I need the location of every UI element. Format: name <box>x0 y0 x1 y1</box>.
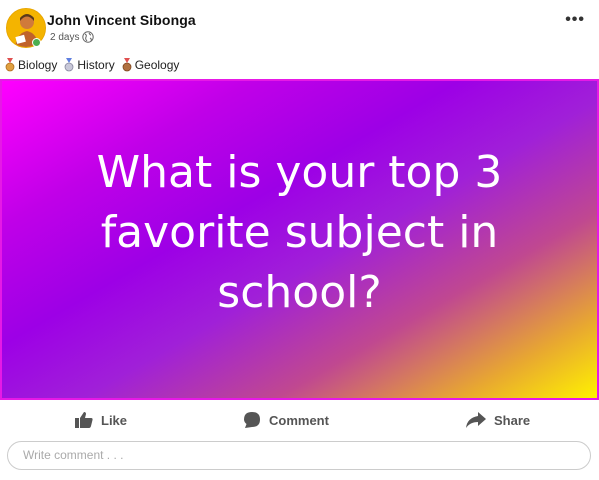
comment-bubble-icon <box>244 412 260 428</box>
comment-label: Comment <box>269 412 329 428</box>
share-button[interactable]: Share <box>466 404 530 436</box>
post-header: John Vincent Sibonga 2 days ••• <box>0 0 599 56</box>
tag-history[interactable]: History <box>63 58 115 72</box>
post-actions: Like Comment Share <box>0 404 599 436</box>
subject-tags: Biology History Geology <box>4 58 181 72</box>
post-card: John Vincent Sibonga 2 days ••• Biology … <box>0 0 599 480</box>
post-meta: 2 days <box>50 31 95 43</box>
author-name[interactable]: John Vincent Sibonga <box>47 12 196 28</box>
medal-icon <box>122 58 132 72</box>
tag-biology[interactable]: Biology <box>4 58 57 72</box>
tag-label: Biology <box>18 58 58 72</box>
tag-label: Geology <box>134 58 180 72</box>
medal-icon <box>64 58 74 72</box>
like-button[interactable]: Like <box>75 404 127 436</box>
comment-placeholder: Write comment . . . <box>23 448 124 462</box>
post-time[interactable]: 2 days <box>50 32 79 43</box>
banner-text: What is your top 3 favorite subject in s… <box>96 146 503 318</box>
share-label: Share <box>494 412 531 428</box>
post-banner: What is your top 3 favorite subject in s… <box>0 79 599 400</box>
comment-button[interactable]: Comment <box>243 404 329 436</box>
tag-geology[interactable]: Geology <box>121 58 180 72</box>
globe-icon <box>82 31 95 43</box>
write-comment-input[interactable]: Write comment . . . <box>7 441 591 470</box>
thumbs-up-icon <box>75 412 93 428</box>
medal-icon <box>5 58 15 72</box>
tag-label: History <box>77 58 115 72</box>
like-label: Like <box>101 412 128 428</box>
share-arrow-icon <box>466 412 486 428</box>
more-options-icon[interactable]: ••• <box>565 12 585 28</box>
online-status-dot <box>32 38 41 47</box>
